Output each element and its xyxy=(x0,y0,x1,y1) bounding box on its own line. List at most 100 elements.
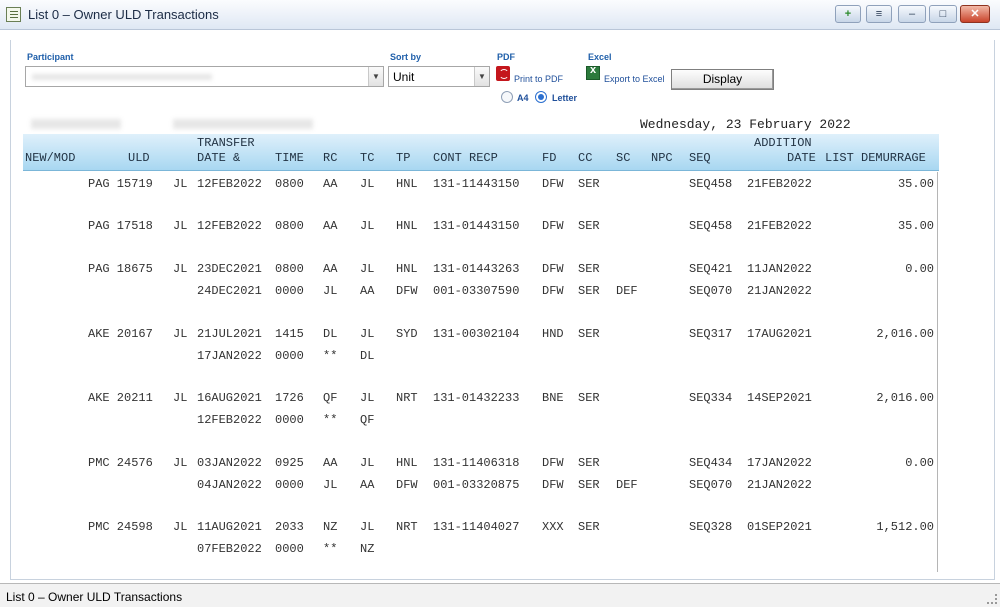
cell-fd: DFW xyxy=(542,284,564,298)
cell-cont-recp: 131-11443150 xyxy=(433,177,520,191)
cell-seq: SEQ434 xyxy=(689,456,733,470)
maximize-button[interactable]: □ xyxy=(929,5,957,23)
cell-addition-date: 21FEB2022 xyxy=(747,177,812,191)
letter-label: Letter xyxy=(552,93,578,103)
chevron-down-icon[interactable]: ▼ xyxy=(368,67,383,86)
cell-rc: AA xyxy=(323,456,338,470)
cell-tc: AA xyxy=(360,478,375,492)
cell-uld: PAG 17518 xyxy=(88,219,153,233)
minimize-button[interactable]: – xyxy=(898,5,926,23)
cell-list-demurrage: 35.00 xyxy=(897,177,934,191)
cell-transfer-date: 23DEC2021 xyxy=(197,262,262,276)
cell-tc: JL xyxy=(360,177,375,191)
status-text: List 0 – Owner ULD Transactions xyxy=(6,590,183,604)
sortby-select[interactable]: Unit ▼ xyxy=(388,66,490,87)
cell-list-demurrage: 2,016.00 xyxy=(876,327,934,341)
excel-icon[interactable] xyxy=(586,64,600,80)
close-button[interactable]: ✕ xyxy=(960,5,990,23)
cell-transfer-date: 07FEB2022 xyxy=(197,542,262,556)
cell-cc: SER xyxy=(578,284,600,298)
window-title: List 0 – Owner ULD Transactions xyxy=(28,7,219,22)
cell-tc: JL xyxy=(360,520,375,534)
cell-seq: SEQ070 xyxy=(689,284,733,298)
cell-rc: AA xyxy=(323,219,338,233)
cell-cc: SER xyxy=(578,327,600,341)
cell-time: 2033 xyxy=(275,520,304,534)
cell-time: 0000 xyxy=(275,413,304,427)
add-window-button[interactable]: + xyxy=(835,5,861,23)
participant-select[interactable]: ▼ xyxy=(25,66,384,87)
col-transfer: TRANSFER xyxy=(197,136,255,150)
cell-cont-recp: 001-03320875 xyxy=(433,478,520,492)
cell-tc: AA xyxy=(360,284,375,298)
a4-label: A4 xyxy=(517,93,529,103)
cell-seq: SEQ458 xyxy=(689,219,733,233)
cell-owner: JL xyxy=(173,262,188,276)
dock-button[interactable]: ≡ xyxy=(866,5,892,23)
cell-cont-recp: 131-01443150 xyxy=(433,219,520,233)
redacted-header-text xyxy=(173,119,313,129)
cell-list-demurrage: 0.00 xyxy=(905,262,934,276)
cell-owner: JL xyxy=(173,391,188,405)
col-list-demurrage: LIST DEMURRAGE xyxy=(825,151,926,165)
cell-transfer-date: 11AUG2021 xyxy=(197,520,262,534)
col-time: TIME xyxy=(275,151,304,165)
cell-rc: ** xyxy=(323,542,338,556)
cell-fd: HND xyxy=(542,327,564,341)
pdf-icon[interactable] xyxy=(496,66,510,81)
cell-tp: NRT xyxy=(396,520,418,534)
letter-radio[interactable] xyxy=(535,91,547,103)
cell-tp: HNL xyxy=(396,456,418,470)
col-addition: ADDITION xyxy=(754,136,812,150)
cell-seq: SEQ070 xyxy=(689,478,733,492)
participant-label: Participant xyxy=(27,52,74,62)
excel-label: Excel xyxy=(588,52,612,62)
col-npc: NPC xyxy=(651,151,673,165)
cell-time: 0925 xyxy=(275,456,304,470)
cell-tc: NZ xyxy=(360,542,375,556)
col-seq: SEQ xyxy=(689,151,711,165)
pdf-label: PDF xyxy=(497,52,515,62)
cell-seq: SEQ458 xyxy=(689,177,733,191)
col-tc: TC xyxy=(360,151,375,165)
cell-transfer-date: 12FEB2022 xyxy=(197,177,262,191)
display-button[interactable]: Display xyxy=(671,69,774,90)
cell-tc: JL xyxy=(360,327,375,341)
cell-fd: DFW xyxy=(542,478,564,492)
col-cc: CC xyxy=(578,151,593,165)
cell-uld: AKE 20211 xyxy=(88,391,153,405)
cell-owner: JL xyxy=(173,520,188,534)
cell-list-demurrage: 2,016.00 xyxy=(876,391,934,405)
a4-radio[interactable] xyxy=(501,91,513,103)
cell-tp: NRT xyxy=(396,391,418,405)
cell-sc: DEF xyxy=(616,478,638,492)
export-to-excel-link[interactable]: Export to Excel xyxy=(604,74,665,84)
cell-fd: XXX xyxy=(542,520,564,534)
resize-grip-icon[interactable] xyxy=(987,594,997,604)
cell-time: 0000 xyxy=(275,478,304,492)
cell-owner: JL xyxy=(173,219,188,233)
status-bar: List 0 – Owner ULD Transactions xyxy=(0,583,1000,607)
cell-time: 0000 xyxy=(275,542,304,556)
cell-cc: SER xyxy=(578,391,600,405)
sortby-value: Unit xyxy=(393,70,415,84)
cell-seq: SEQ421 xyxy=(689,262,733,276)
cell-time: 1415 xyxy=(275,327,304,341)
cell-seq: SEQ328 xyxy=(689,520,733,534)
cell-tp: HNL xyxy=(396,219,418,233)
cell-rc: QF xyxy=(323,391,338,405)
chevron-down-icon[interactable]: ▼ xyxy=(474,67,489,86)
print-to-pdf-link[interactable]: Print to PDF xyxy=(514,74,563,84)
cell-cc: SER xyxy=(578,520,600,534)
participant-redacted-value xyxy=(32,74,212,80)
cell-list-demurrage: 35.00 xyxy=(897,219,934,233)
cell-cc: SER xyxy=(578,177,600,191)
cell-rc: AA xyxy=(323,177,338,191)
cell-cont-recp: 131-01443263 xyxy=(433,262,520,276)
report-column-header: TRANSFER ADDITION NEW/MOD ULD DATE & TIM… xyxy=(23,134,939,171)
cell-transfer-date: 16AUG2021 xyxy=(197,391,262,405)
report-date: Wednesday, 23 February 2022 xyxy=(640,117,851,132)
cell-fd: DFW xyxy=(542,219,564,233)
cell-tc: DL xyxy=(360,349,375,363)
redacted-header-text xyxy=(31,119,121,129)
